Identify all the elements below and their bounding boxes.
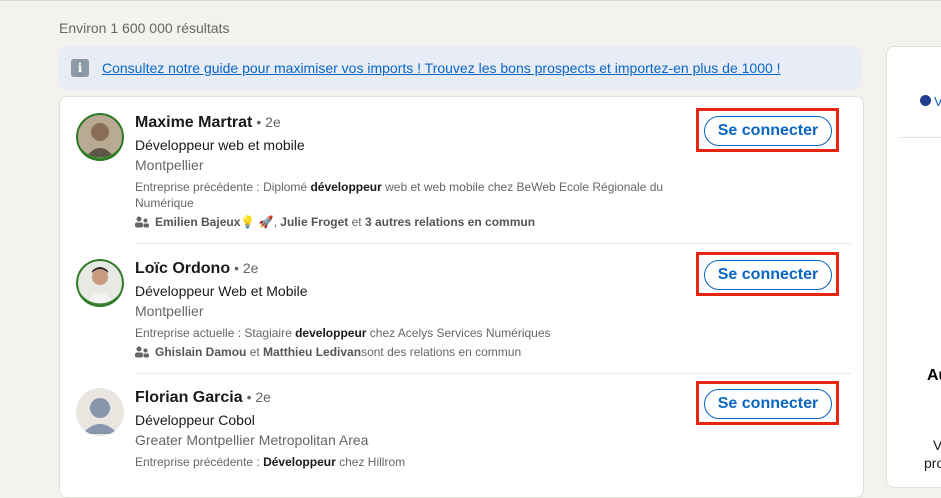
profile-location: Greater Montpellier Metropolitan Area: [135, 432, 369, 448]
mutual-name[interactable]: Ghislain Damou: [155, 345, 246, 359]
summary-prefix: Entreprise actuelle : Stagiaire: [135, 326, 296, 340]
profile-photo-icon: [76, 113, 124, 161]
avatar[interactable]: [76, 259, 124, 307]
list-item: Florian Garcia • 2e Développeur Cobol Gre…: [60, 374, 863, 497]
mutual-emoji: 💡 🚀,: [240, 215, 277, 229]
profile-photo-icon: [76, 259, 124, 307]
summary-keyword: Développeur: [263, 455, 336, 469]
profile-headline: Développeur Cobol: [135, 412, 255, 428]
connection-degree: • 2e: [256, 114, 281, 130]
profile-location: Montpellier: [135, 303, 204, 319]
mutual-name[interactable]: Emilien Bajeux: [155, 215, 240, 229]
profile-summary: Entreprise actuelle : Stagiaire developp…: [135, 325, 695, 341]
profile-summary: Entreprise précédente : Diplomé développ…: [135, 179, 695, 211]
import-guide-link[interactable]: Consultez notre guide pour maximiser vos…: [102, 60, 781, 76]
connect-highlight: Se connecter: [696, 252, 839, 296]
search-results-list: Maxime Martrat • 2e Développeur web et mo…: [59, 96, 864, 498]
connect-button[interactable]: Se connecter: [704, 260, 832, 290]
summary-suffix: chez Acelys Services Numériques: [366, 326, 551, 340]
mutual-connections[interactable]: Ghislain Damou et Matthieu Ledivan sont …: [135, 345, 521, 359]
summary-keyword: développeur: [310, 180, 382, 194]
info-icon: i: [71, 59, 89, 77]
connection-degree: • 2e: [246, 389, 271, 405]
profile-name[interactable]: Florian Garcia: [135, 389, 243, 406]
people-icon: [135, 216, 149, 228]
avatar[interactable]: [76, 113, 124, 161]
right-panel-text: V: [933, 437, 941, 453]
list-item: Loïc Ordono • 2e Développeur Web et Mobil…: [60, 244, 863, 373]
avatar[interactable]: [76, 388, 124, 436]
connect-highlight: Se connecter: [696, 381, 839, 425]
connect-button[interactable]: Se connecter: [704, 116, 832, 146]
mutual-name[interactable]: Julie Froget: [280, 215, 348, 229]
globe-icon: [920, 95, 931, 106]
summary-prefix: Entreprise précédente :: [135, 455, 264, 469]
people-icon: [135, 346, 149, 358]
right-panel-heading: Au: [927, 367, 941, 384]
profile-summary: Entreprise précédente : Développeur chez…: [135, 454, 695, 470]
connection-degree: • 2e: [234, 260, 259, 276]
profile-location: Montpellier: [135, 157, 204, 173]
list-item: Maxime Martrat • 2e Développeur web et mo…: [60, 97, 863, 243]
mutual-others[interactable]: 3 autres relations en commun: [365, 215, 535, 229]
profile-headline: Développeur Web et Mobile: [135, 283, 308, 299]
right-panel-text: pro: [924, 455, 941, 471]
default-avatar-icon: [76, 388, 124, 436]
right-panel-divider: [901, 137, 941, 138]
connect-button[interactable]: Se connecter: [704, 389, 832, 419]
mutual-connector: et: [348, 215, 365, 229]
profile-name[interactable]: Maxime Martrat: [135, 114, 252, 131]
import-guide-banner: i Consultez notre guide pour maximiser v…: [59, 46, 861, 90]
right-panel-link[interactable]: V: [934, 94, 941, 109]
results-count: Environ 1 600 000 résultats: [59, 20, 230, 36]
summary-suffix: chez Hillrom: [335, 455, 406, 469]
profile-headline: Développeur web et mobile: [135, 137, 305, 153]
mutual-connector: et: [246, 345, 264, 359]
top-divider: [0, 0, 941, 1]
profile-name[interactable]: Loïc Ordono: [135, 260, 230, 277]
mutual-name[interactable]: Matthieu Ledivan: [263, 345, 361, 359]
summary-keyword: developpeur: [295, 326, 367, 340]
summary-prefix: Entreprise précédente : Diplomé: [135, 180, 311, 194]
connect-highlight: Se connecter: [696, 108, 839, 152]
mutual-connections[interactable]: Emilien Bajeux 💡 🚀, Julie Froget et 3 au…: [135, 215, 535, 229]
mutual-suffix: sont des relations en commun: [361, 345, 522, 359]
right-panel: V Au V pro: [886, 46, 941, 488]
